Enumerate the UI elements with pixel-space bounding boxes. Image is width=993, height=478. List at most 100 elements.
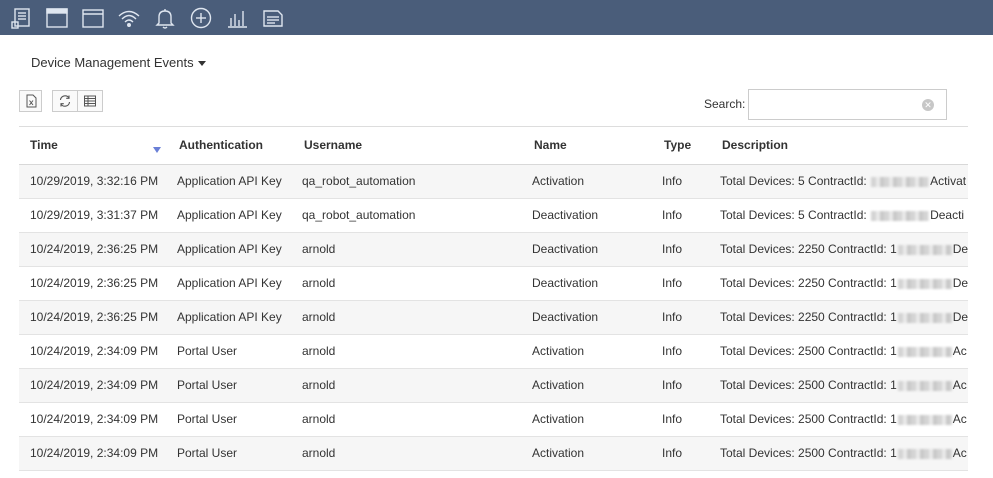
wifi-icon[interactable] <box>111 0 147 35</box>
table-row[interactable]: 10/24/2019, 2:34:09 PM Portal User arnol… <box>19 334 968 369</box>
cell-authentication: Application API Key <box>167 232 292 267</box>
cell-authentication: Portal User <box>167 368 292 403</box>
description-suffix: Activat <box>930 174 967 188</box>
cell-time: 10/24/2019, 2:36:25 PM <box>19 232 167 267</box>
cell-name: Deactivation <box>522 232 652 267</box>
redacted-contract-id <box>871 210 930 221</box>
cell-username: arnold <box>292 334 522 369</box>
window-icon[interactable] <box>39 0 75 35</box>
cell-authentication: Application API Key <box>167 164 292 199</box>
description-suffix: Deacti <box>930 208 965 222</box>
cell-username: arnold <box>292 232 522 267</box>
redacted-contract-id <box>871 176 930 187</box>
cell-name: Deactivation <box>522 300 652 335</box>
description-prefix: Total Devices: 5 ContractId: <box>720 174 867 188</box>
refresh-button[interactable] <box>52 90 78 112</box>
column-header-label: Description <box>722 138 789 153</box>
column-header-label: Authentication <box>179 138 263 153</box>
redacted-contract-id <box>897 414 952 425</box>
cell-time: 10/29/2019, 3:32:16 PM <box>19 164 167 199</box>
cell-name: Deactivation <box>522 266 652 301</box>
top-navigation-bar <box>0 0 993 35</box>
cell-type: Info <box>652 334 710 369</box>
table-row[interactable]: 10/24/2019, 2:36:25 PM Application API K… <box>19 232 968 267</box>
cell-time: 10/24/2019, 2:34:09 PM <box>19 334 167 369</box>
redacted-contract-id <box>897 346 952 357</box>
cell-username: arnold <box>292 436 522 471</box>
search-label: Search: <box>704 97 746 111</box>
cell-authentication: Portal User <box>167 334 292 369</box>
description-prefix: Total Devices: 2250 ContractId: 1 <box>720 276 897 290</box>
columns-button[interactable] <box>77 90 103 112</box>
redacted-contract-id <box>897 448 952 459</box>
events-table-container: Time Authentication Username Name Type D… <box>19 126 968 473</box>
description-prefix: Total Devices: 2500 ContractId: 1 <box>720 412 897 426</box>
caret-down-icon <box>197 61 206 66</box>
section-title-dropdown[interactable]: Device Management Events <box>31 55 206 70</box>
description-prefix: Total Devices: 2250 ContractId: 1 <box>720 310 897 324</box>
cell-authentication: Portal User <box>167 436 292 471</box>
column-header-label: Type <box>664 138 692 153</box>
description-suffix: Ac <box>952 412 967 426</box>
column-header-type[interactable]: Type <box>652 127 710 165</box>
cell-username: arnold <box>292 300 522 335</box>
cell-name: Activation <box>522 402 652 437</box>
cell-authentication: Application API Key <box>167 300 292 335</box>
cell-username: arnold <box>292 368 522 403</box>
column-header-authentication[interactable]: Authentication <box>167 127 292 165</box>
cell-type: Info <box>652 368 710 403</box>
table-row[interactable]: 10/24/2019, 2:34:09 PM Portal User arnol… <box>19 368 968 403</box>
column-header-description[interactable]: Description <box>710 127 968 165</box>
description-suffix: Ac <box>952 378 967 392</box>
browser-icon[interactable] <box>75 0 111 35</box>
cell-description: Total Devices: 2500 ContractId: 1 Ac <box>710 368 968 403</box>
column-header-username[interactable]: Username <box>292 127 522 165</box>
cell-time: 10/24/2019, 2:36:25 PM <box>19 300 167 335</box>
description-suffix: Ac <box>952 446 967 460</box>
search-box: ✕ <box>748 89 947 120</box>
table-row[interactable]: 10/24/2019, 2:36:25 PM Application API K… <box>19 266 968 301</box>
bar-chart-icon[interactable] <box>219 0 255 35</box>
events-table: Time Authentication Username Name Type D… <box>19 127 968 471</box>
cell-description: Total Devices: 2500 ContractId: 1 Ac <box>710 402 968 437</box>
cell-time: 10/29/2019, 3:31:37 PM <box>19 198 167 233</box>
clear-search-icon[interactable]: ✕ <box>922 99 934 111</box>
description-prefix: Total Devices: 5 ContractId: <box>720 208 867 222</box>
description-prefix: Total Devices: 2500 ContractId: 1 <box>720 378 897 392</box>
cell-type: Info <box>652 164 710 199</box>
report-icon[interactable] <box>255 0 291 35</box>
export-excel-button[interactable] <box>19 90 42 112</box>
cell-name: Activation <box>522 164 652 199</box>
table-row[interactable]: 10/29/2019, 3:31:37 PM Application API K… <box>19 198 968 233</box>
cell-description: Total Devices: 5 ContractId: Activat <box>710 164 968 199</box>
table-row[interactable]: 10/24/2019, 2:36:25 PM Application API K… <box>19 300 968 335</box>
table-body: 10/29/2019, 3:32:16 PM Application API K… <box>19 164 968 471</box>
search-input[interactable] <box>755 91 919 120</box>
devices-list-icon[interactable] <box>3 0 39 35</box>
sort-descending-icon <box>153 147 161 153</box>
add-circle-icon[interactable] <box>183 0 219 35</box>
column-header-time[interactable]: Time <box>19 127 167 165</box>
cell-type: Info <box>652 266 710 301</box>
cell-username: qa_robot_automation <box>292 198 522 233</box>
column-header-label: Time <box>30 138 58 153</box>
cell-type: Info <box>652 402 710 437</box>
cell-type: Info <box>652 198 710 233</box>
description-prefix: Total Devices: 2500 ContractId: 1 <box>720 446 897 460</box>
table-row[interactable]: 10/29/2019, 3:32:16 PM Application API K… <box>19 164 968 199</box>
bell-icon[interactable] <box>147 0 183 35</box>
redacted-contract-id <box>897 244 952 255</box>
cell-type: Info <box>652 436 710 471</box>
cell-authentication: Application API Key <box>167 198 292 233</box>
column-header-name[interactable]: Name <box>522 127 652 165</box>
cell-name: Deactivation <box>522 198 652 233</box>
cell-username: arnold <box>292 266 522 301</box>
refresh-icon <box>59 95 71 107</box>
cell-description: Total Devices: 2500 ContractId: 1 Ac <box>710 436 968 471</box>
table-row[interactable]: 10/24/2019, 2:34:09 PM Portal User arnol… <box>19 436 968 471</box>
redacted-contract-id <box>897 380 952 391</box>
table-row[interactable]: 10/24/2019, 2:34:09 PM Portal User arnol… <box>19 402 968 437</box>
columns-icon <box>84 95 96 107</box>
description-suffix: De <box>952 242 968 256</box>
cell-authentication: Application API Key <box>167 266 292 301</box>
